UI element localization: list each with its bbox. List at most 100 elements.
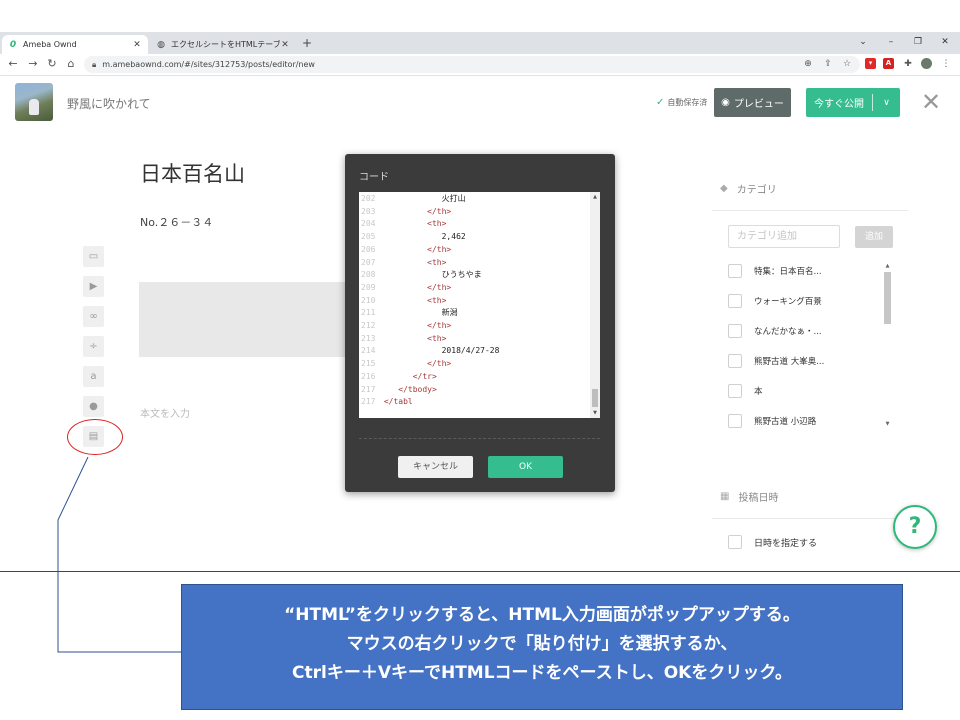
date-option[interactable]: 日時を指定する: [728, 535, 817, 549]
post-title[interactable]: 日本百名山: [140, 158, 245, 188]
divider: [712, 210, 908, 211]
zoom-icon[interactable]: ⊕: [802, 57, 814, 71]
checkbox[interactable]: [728, 384, 742, 398]
scroll-up-icon[interactable]: ▲: [883, 262, 892, 271]
close-icon[interactable]: ✕: [132, 40, 142, 50]
restore-icon[interactable]: ❐: [911, 35, 925, 49]
checkbox[interactable]: [728, 294, 742, 308]
code-line: 216 </tr>: [361, 371, 437, 384]
scroll-thumb[interactable]: [884, 272, 891, 324]
checkbox[interactable]: [728, 414, 742, 428]
code-line: 213 <th>: [361, 333, 446, 346]
publish-label: 今すぐ公開: [814, 99, 864, 110]
site-avatar[interactable]: [15, 83, 53, 121]
category-label: 熊野古道 大峯奥...: [754, 357, 825, 367]
link-icon[interactable]: ∞: [83, 306, 104, 327]
code-text: ひうちやま: [379, 270, 482, 280]
tab-title: エクセルシートをHTMLテーブルに変換: [171, 40, 280, 49]
category-label: 本: [754, 387, 763, 397]
code-editor[interactable]: 217 </tabl 217 </tbody> 216 </tr> 215 </th>…: [359, 192, 600, 418]
code-line: 205 2,462: [361, 231, 466, 244]
scroll-up-icon[interactable]: ▲: [590, 192, 600, 202]
line-number: 216: [361, 371, 376, 381]
close-icon[interactable]: ✕: [280, 40, 290, 50]
code-line: 217 </tbody>: [361, 384, 437, 397]
url-text: m.amebaownd.com/#/sites/312753/posts/edi…: [102, 60, 315, 69]
extension-pdf-icon[interactable]: A: [883, 58, 894, 69]
back-icon[interactable]: ←: [6, 57, 20, 71]
highlight-circle: [67, 419, 123, 455]
tab-search-icon[interactable]: ⌄: [856, 35, 870, 49]
editor-header: 野風に吹かれて ✓ 自動保存済 ◉ プレビュー 今すぐ公開 ∨ ✕: [0, 77, 960, 131]
body-placeholder[interactable]: 本文を入力: [140, 405, 190, 420]
code-line: 214 2018/4/27-28: [361, 345, 499, 358]
checkbox[interactable]: [728, 535, 742, 549]
category-item[interactable]: 熊野古道 小辺路: [728, 413, 816, 429]
checkbox[interactable]: [728, 354, 742, 368]
close-icon[interactable]: ✕: [918, 90, 944, 116]
window-close-icon[interactable]: ✕: [938, 35, 952, 49]
category-label: 特集：日本百名...: [754, 267, 822, 277]
line-number: 208: [361, 270, 376, 280]
calendar-icon: ▦: [720, 491, 730, 502]
chevron-down-icon[interactable]: ∨: [873, 98, 900, 108]
profile-avatar[interactable]: [921, 58, 932, 69]
embed-icon[interactable]: ●: [83, 396, 104, 417]
image-icon[interactable]: ▭: [83, 246, 104, 267]
code-line: 204 <th>: [361, 218, 446, 231]
category-item[interactable]: なんだかなぁ・...: [728, 323, 822, 339]
divider-icon[interactable]: ÷: [83, 336, 104, 357]
category-item[interactable]: 本: [728, 383, 763, 399]
scroll-down-icon[interactable]: ▼: [883, 420, 892, 429]
extension-pocket-icon[interactable]: ▾: [865, 58, 876, 69]
cancel-button[interactable]: キャンセル: [398, 456, 473, 478]
bookmark-star-icon[interactable]: ☆: [841, 57, 853, 71]
scroll-thumb[interactable]: [592, 389, 598, 407]
line-number: 213: [361, 333, 376, 343]
code-scrollbar[interactable]: ▲ ▼: [590, 192, 600, 418]
menu-kebab-icon[interactable]: ⋮: [940, 57, 952, 71]
preview-label: プレビュー: [733, 99, 784, 110]
category-scrollbar[interactable]: ▲ ▼: [883, 262, 892, 430]
line-number: 205: [361, 232, 376, 242]
post-subtitle[interactable]: No.２６－３４: [140, 214, 213, 230]
minimize-icon[interactable]: –: [884, 35, 898, 49]
reload-icon[interactable]: ↻: [45, 57, 59, 71]
browser-tab-strip: 0 Ameba Ownd ✕ ◍ エクセルシートをHTMLテーブルに変換 ✕ +…: [0, 32, 960, 54]
checkbox[interactable]: [728, 264, 742, 278]
code-text: </th>: [379, 321, 452, 330]
publish-button[interactable]: 今すぐ公開 ∨: [806, 88, 900, 117]
forward-icon[interactable]: →: [26, 57, 40, 71]
address-bar[interactable]: 🔒︎ m.amebaownd.com/#/sites/312753/posts/…: [84, 56, 860, 73]
preview-button[interactable]: ◉ プレビュー: [714, 88, 791, 117]
checkbox[interactable]: [728, 324, 742, 338]
new-tab-button[interactable]: +: [300, 35, 314, 51]
code-line: 207 <th>: [361, 257, 446, 270]
line-number: 203: [361, 206, 376, 216]
scroll-down-icon[interactable]: ▼: [590, 408, 600, 418]
code-text: <th>: [379, 295, 447, 305]
content-block[interactable]: [139, 282, 345, 357]
callout-line: “HTML”をクリックすると、HTML入力画面がポップアップする。: [284, 605, 800, 625]
line-number: 214: [361, 346, 376, 356]
ok-button[interactable]: OK: [488, 456, 563, 478]
share-icon[interactable]: ⇪: [822, 57, 834, 71]
dialog-title: コード: [359, 172, 389, 183]
tag-icon: ◆: [720, 183, 728, 194]
tab-excel-to-html[interactable]: ◍ エクセルシートをHTMLテーブルに変換 ✕: [150, 35, 296, 54]
help-button[interactable]: ?: [893, 505, 937, 549]
extensions-puzzle-icon[interactable]: ✚: [902, 57, 914, 71]
code-text: 火打山: [379, 194, 466, 203]
category-label: なんだかなぁ・...: [754, 327, 822, 337]
tab-ameba-ownd[interactable]: 0 Ameba Ownd ✕: [2, 35, 148, 54]
category-add-button[interactable]: 追加: [855, 226, 893, 248]
category-item[interactable]: ウォーキング百景: [728, 293, 822, 309]
category-item[interactable]: 特集：日本百名...: [728, 263, 822, 279]
divider: [712, 518, 908, 519]
globe-icon: ◍: [157, 39, 165, 50]
home-icon[interactable]: ⌂: [64, 57, 78, 71]
category-item[interactable]: 熊野古道 大峯奥...: [728, 353, 824, 369]
category-add-input[interactable]: カテゴリ追加: [728, 225, 840, 248]
amazon-icon[interactable]: a: [83, 366, 104, 387]
video-icon[interactable]: ▶: [83, 276, 104, 297]
